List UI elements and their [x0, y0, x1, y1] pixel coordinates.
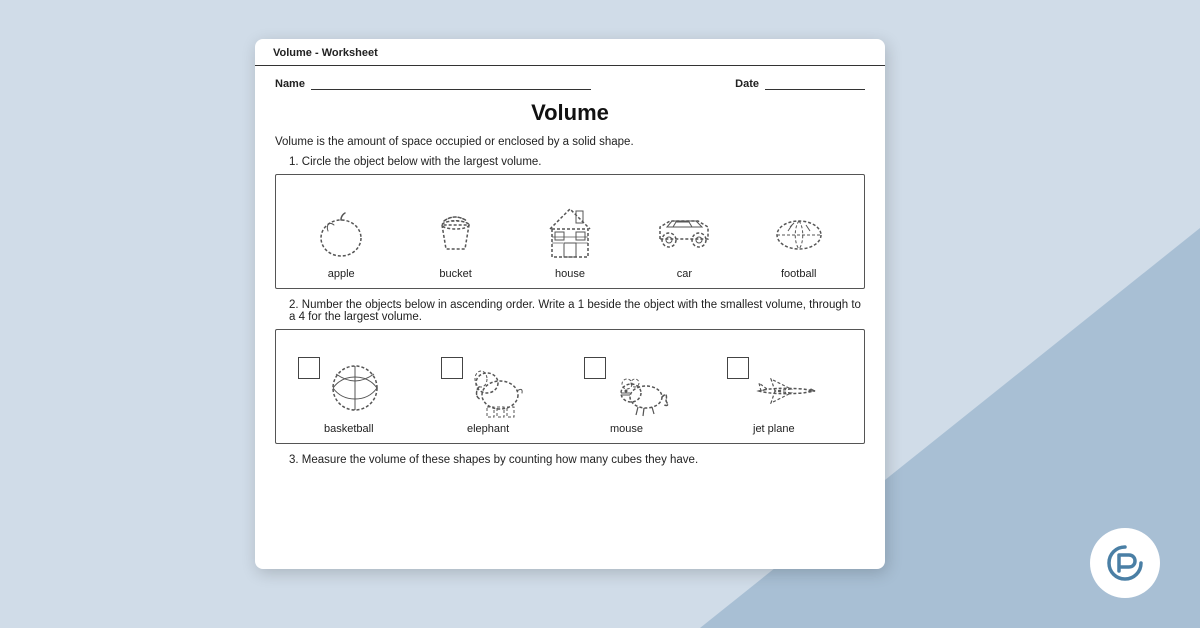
definition-text: Volume is the amount of space occupied o… [275, 136, 865, 148]
elephant-checkbox[interactable] [441, 357, 463, 379]
logo-circle [1090, 528, 1160, 598]
football-image [764, 199, 834, 264]
q2-label: Number the objects below in ascending or… [289, 299, 861, 323]
q3-label: Measure the volume of these shapes by co… [302, 454, 698, 466]
object-item2-jetplane: jet plane [727, 357, 842, 435]
question1-text: 1. Circle the object below with the larg… [289, 156, 865, 168]
name-field[interactable] [311, 76, 591, 90]
object-item-bucket: bucket [411, 199, 501, 280]
bucket-svg [428, 203, 483, 261]
worksheet-paper: Volume - Worksheet Name Date Volume Volu… [255, 39, 885, 569]
worksheet-body: Name Date Volume Volume is the amount of… [255, 66, 885, 480]
apple-image [306, 199, 376, 264]
q2-number: 2. [289, 299, 299, 311]
car-label: car [677, 268, 692, 280]
basketball-image [324, 357, 386, 419]
football-svg [766, 207, 831, 257]
elephant-label: elephant [467, 423, 509, 435]
car-image [649, 199, 719, 264]
date-label: Date [735, 78, 759, 90]
elephant-row [441, 357, 529, 419]
question1-objects-box: apple bucket [275, 174, 865, 289]
q1-number: 1. [289, 156, 299, 168]
object-item2-mouse: mouse [584, 357, 699, 435]
name-date-row: Name Date [275, 76, 865, 90]
basketball-label: basketball [324, 423, 374, 435]
elephant-svg [467, 357, 529, 419]
object-item-car: car [639, 199, 729, 280]
name-label: Name [275, 78, 305, 90]
worksheet-title: Volume [275, 100, 865, 126]
bucket-label: bucket [439, 268, 471, 280]
q3-number: 3. [289, 454, 299, 466]
question2-objects-box: basketball [275, 329, 865, 444]
jetplane-row [727, 357, 821, 419]
basketball-checkbox[interactable] [298, 357, 320, 379]
house-image [535, 199, 605, 264]
jetplane-checkbox[interactable] [727, 357, 749, 379]
mouse-label: mouse [610, 423, 643, 435]
jetplane-label: jet plane [753, 423, 795, 435]
object-item-football: football [754, 199, 844, 280]
mouse-svg [610, 357, 672, 419]
date-field[interactable] [765, 76, 865, 90]
mouse-image [610, 357, 672, 419]
football-label: football [781, 268, 816, 280]
object-item2-basketball: basketball [298, 357, 413, 435]
house-label: house [555, 268, 585, 280]
elephant-image [467, 357, 529, 419]
apple-svg [314, 203, 369, 261]
apple-label: apple [328, 268, 355, 280]
bucket-image [421, 199, 491, 264]
date-line: Date [735, 76, 865, 90]
object-item2-elephant: elephant [441, 357, 556, 435]
object-item-apple: apple [296, 199, 386, 280]
logo-icon [1103, 541, 1147, 585]
jetplane-image [753, 357, 821, 419]
worksheet-header: Volume - Worksheet [255, 39, 885, 66]
worksheet-header-title: Volume - Worksheet [273, 47, 378, 59]
question3-text: 3. Measure the volume of these shapes by… [289, 454, 865, 466]
jetplane-svg [753, 363, 821, 413]
name-line: Name [275, 76, 591, 90]
house-svg [540, 199, 600, 264]
object-item-house: house [525, 199, 615, 280]
basketball-row [298, 357, 386, 419]
car-svg [652, 207, 717, 257]
q1-label: Circle the object below with the largest… [302, 156, 542, 168]
mouse-row [584, 357, 672, 419]
question2-text: 2. Number the objects below in ascending… [289, 299, 865, 323]
basketball-svg [326, 359, 384, 417]
mouse-checkbox[interactable] [584, 357, 606, 379]
